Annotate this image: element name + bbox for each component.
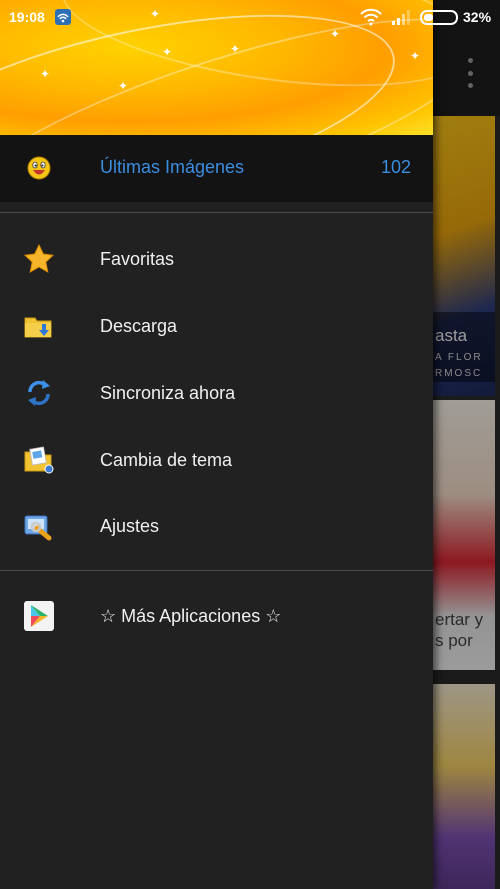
divider (0, 212, 433, 213)
drawer-item-label: Favoritas (100, 249, 175, 269)
drawer-item-label: Últimas Imágenes (100, 157, 245, 177)
drawer-item-favorites[interactable]: Favoritas (0, 226, 433, 292)
image-count-badge: 102 (380, 157, 411, 177)
star-icon (23, 243, 55, 275)
drawer-item-label: Sincroniza ahora (100, 383, 236, 403)
laughing-face-icon (23, 152, 55, 184)
battery-percent: 32% (463, 9, 492, 25)
notification-icon (55, 9, 71, 25)
wifi-icon (360, 8, 382, 26)
divider (0, 570, 433, 571)
settings-icon (23, 510, 55, 542)
status-time: 19:08 (9, 9, 45, 25)
drawer-item-settings[interactable]: Ajustes (0, 493, 433, 559)
drawer-item-sync-now[interactable]: Sincroniza ahora (0, 360, 433, 426)
signal-strength-icon (391, 9, 411, 25)
drawer-item-label: Ajustes (100, 516, 160, 536)
sync-icon (23, 377, 55, 409)
drawer-item-label: ☆ Más Aplicaciones ☆ (100, 606, 282, 626)
navigation-drawer: ✦ ✦ ✦ ✦ ✦ ✦ ✦ Últimas Imágenes 102 Favor… (0, 0, 433, 889)
drawer-item-change-theme[interactable]: Cambia de tema (0, 427, 433, 493)
drawer-item-label: Descarga (100, 316, 178, 336)
scrim[interactable] (433, 0, 500, 889)
battery-icon (420, 10, 458, 25)
play-store-icon (23, 600, 55, 632)
theme-folder-icon (23, 444, 55, 476)
drawer-item-download[interactable]: Descarga (0, 293, 433, 359)
drawer-item-label: Cambia de tema (100, 450, 233, 470)
drawer-item-more-apps[interactable]: ☆ Más Aplicaciones ☆ (0, 583, 433, 649)
status-bar: 19:08 32% (0, 0, 500, 34)
drawer-item-latest-images[interactable]: Últimas Imágenes 102 (0, 135, 433, 202)
download-folder-icon (23, 310, 55, 342)
